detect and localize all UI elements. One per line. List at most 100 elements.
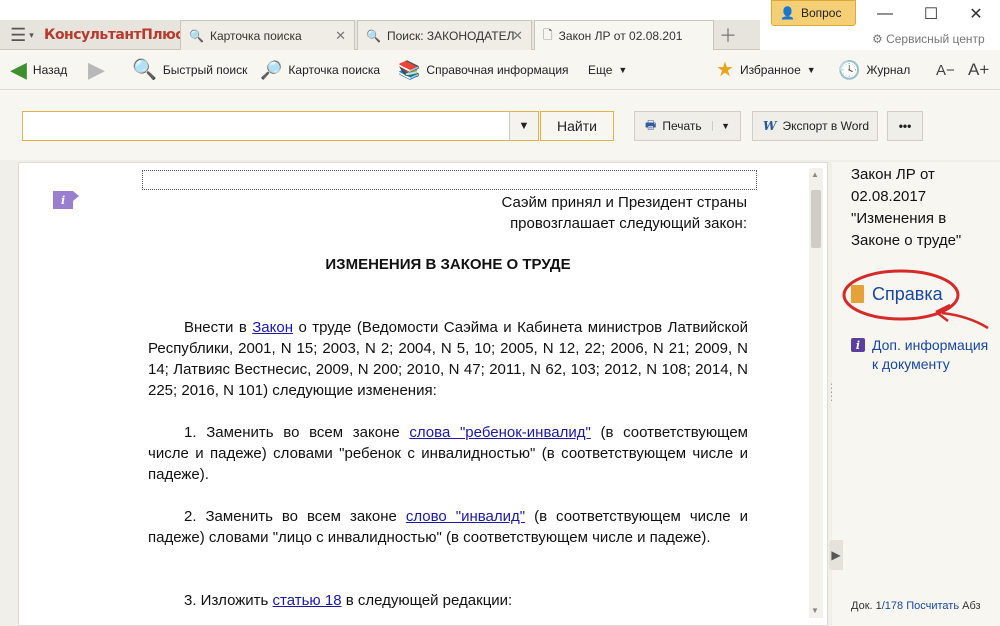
arrow-left-icon: ◀ (10, 57, 27, 82)
paragraph-text: в следующей редакции: (341, 592, 513, 609)
preamble-line: провозглашает следующий закон: (510, 215, 747, 232)
scrollbar-thumb[interactable] (811, 190, 821, 248)
triangle-down-icon: ▼ (518, 120, 530, 132)
journal-label: Журнал (866, 63, 911, 77)
books-icon: 📚 (398, 60, 421, 80)
favorites-label: Избранное (739, 63, 801, 77)
search-card-label: Карточка поиска (288, 63, 381, 77)
new-tab-button[interactable]: ＋ (718, 24, 738, 46)
export-word-button[interactable]: W Экспорт в Word (752, 111, 878, 141)
word-icon: W (763, 119, 777, 133)
doc-total: /178 (881, 600, 904, 612)
preamble-line: Саэйм принял и Президент страны (501, 194, 747, 211)
search-card-icon: 🔍 (366, 28, 381, 43)
search-input[interactable] (22, 111, 510, 141)
count-link[interactable]: Посчитать (906, 600, 959, 612)
document-header-frame (142, 170, 757, 190)
service-center-link[interactable]: ⚙ Сервисный центр (872, 32, 985, 46)
paragraph-text: 3. Изложить (184, 592, 273, 609)
spravka-link[interactable]: Справка (872, 284, 943, 305)
font-decrease-label: A− (936, 61, 955, 79)
hamburger-icon: ☰ (10, 24, 27, 45)
font-increase-label: A+ (968, 60, 990, 79)
font-decrease-button[interactable]: A− (936, 50, 955, 90)
item-paragraph: 1. Заменить во всем законе слова "ребено… (148, 422, 748, 485)
paragraph-text: Внести в (184, 319, 253, 336)
back-label: Назад (32, 63, 68, 77)
tab-search-card[interactable]: 🔍 Карточка поиска ✕ (180, 20, 355, 50)
intro-paragraph: Внести в Закон о труде (Ведомости Саэйма… (148, 317, 748, 401)
tab-search-legislation[interactable]: 🔍 Поиск: ЗАКОНОДАТЕЛ ✕ (357, 20, 532, 50)
search-history-dropdown[interactable]: ▼ (509, 111, 539, 141)
tab-law-document[interactable]: 🗋 Закон ЛР от 02.08.201 (534, 20, 714, 51)
maximize-button[interactable]: ☐ (918, 2, 944, 26)
info-note-icon[interactable]: i (53, 191, 79, 209)
words-child-disabled-link[interactable]: слова "ребенок-инвалид" (409, 424, 590, 441)
close-window-button[interactable]: ✕ (963, 2, 989, 26)
plus-icon: ＋ (719, 26, 737, 46)
paragraph-text: 2. Заменить во всем законе (184, 508, 406, 525)
back-button[interactable]: ◀ Назад (10, 50, 67, 90)
printer-icon: 🖶 (645, 117, 657, 132)
question-button[interactable]: 👤 Вопрос (771, 0, 856, 26)
font-increase-button[interactable]: A+ (968, 50, 989, 90)
more-label: Еще (588, 63, 613, 77)
reference-info-button[interactable]: 📚 Справочная информация (398, 50, 569, 90)
more-menu-button[interactable]: Еще ▼ (588, 50, 627, 90)
svg-text:i: i (61, 194, 65, 207)
paragraph-text: 1. Заменить во всем законе (184, 424, 410, 441)
chevron-down-icon: ▼ (806, 65, 816, 75)
article-18-link[interactable]: статью 18 (273, 592, 342, 609)
law-link[interactable]: Закон (252, 319, 293, 336)
document-title: Закон ЛР от 02.08.2017 "Изменения в Зако… (851, 166, 962, 249)
close-icon: ✕ (969, 6, 983, 23)
book-icon (851, 285, 864, 303)
favorites-button[interactable]: ★ Избранное ▼ (716, 50, 816, 90)
chevron-down-icon[interactable]: ▼ (712, 121, 730, 131)
service-icon: ⚙ (872, 32, 887, 46)
maximize-icon: ☐ (923, 6, 939, 23)
main-menu-button[interactable]: ☰ ▾ (4, 22, 40, 48)
magnifier-icon: 🔍 (132, 59, 157, 81)
more-actions-button[interactable]: ••• (887, 111, 923, 141)
service-center-label: Сервисный центр (886, 32, 985, 46)
tab-label: Поиск: ЗАКОНОДАТЕЛ (386, 28, 515, 43)
journal-button[interactable]: 🕓 Журнал (838, 50, 910, 90)
forward-button[interactable]: ▶ (88, 50, 105, 90)
reference-info-label: Справочная информация (426, 63, 569, 77)
close-icon[interactable]: ✕ (335, 28, 346, 44)
item-paragraph: 3. Изложить статью 18 в следующей редакц… (148, 590, 748, 611)
item-paragraph: 2. Заменить во всем законе слово "инвали… (148, 506, 748, 548)
consultant-logo[interactable]: КонсультантПлюс (44, 22, 184, 48)
minimize-icon: — (877, 5, 893, 22)
paragraph-label: Абз (962, 600, 981, 612)
tab-label: Карточка поиска (209, 28, 302, 43)
quick-search-button[interactable]: 🔍 Быстрый поиск (132, 50, 247, 90)
tab-label: Закон ЛР от 02.08.201 (558, 29, 683, 43)
document-heading: ИЗМЕНЕНИЯ В ЗАКОНЕ О ТРУДЕ (325, 256, 571, 273)
info-icon: i (851, 338, 865, 352)
star-icon: ★ (716, 59, 734, 81)
question-label: Вопрос (800, 6, 842, 20)
search-card-icon: 🔍 (189, 28, 204, 43)
history-clock-icon: 🕓 (838, 60, 861, 80)
document-counter: Док. 1/178 Посчитать Абз (851, 600, 981, 612)
export-word-label: Экспорт в Word (782, 119, 870, 133)
print-button[interactable]: 🖶 Печать ▼ (634, 111, 741, 141)
arrow-right-icon: ▶ (88, 57, 105, 82)
minimize-button[interactable]: — (872, 2, 898, 26)
word-disabled-link[interactable]: слово "инвалид" (406, 508, 525, 525)
user-question-icon: 👤 (780, 6, 795, 20)
additional-info-link[interactable]: Доп. информация к документу (872, 336, 992, 374)
print-label: Печать (662, 119, 702, 133)
close-icon[interactable]: ✕ (512, 28, 523, 44)
find-button[interactable]: Найти (540, 111, 614, 141)
document-icon: 🗋 (543, 27, 553, 42)
scroll-up-icon[interactable]: ▲ (811, 170, 819, 179)
search-card-button[interactable]: 🔎 Карточка поиска (260, 50, 380, 90)
chevron-right-icon: ▶ (831, 548, 841, 562)
quick-search-label: Быстрый поиск (162, 63, 248, 77)
collapse-panel-button[interactable]: ▶ (829, 540, 843, 570)
chevron-down-icon: ▼ (618, 65, 628, 75)
scroll-down-icon[interactable]: ▼ (811, 606, 819, 615)
